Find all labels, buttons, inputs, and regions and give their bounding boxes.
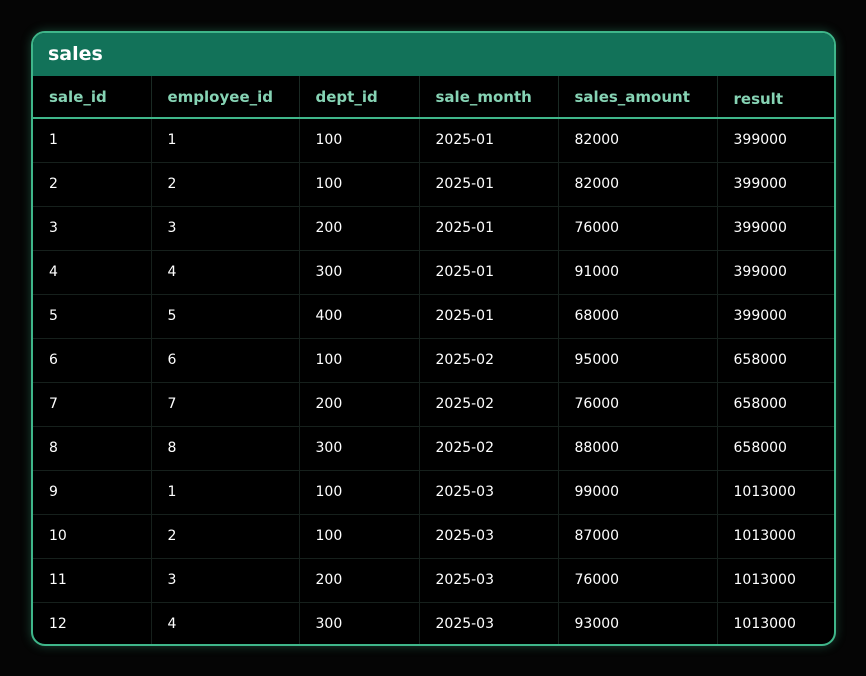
- cell-dept-id: 100: [299, 162, 420, 207]
- cell-result: 658000: [717, 426, 834, 471]
- table-row[interactable]: 2 2 100 2025-01 82000 399000: [33, 162, 834, 207]
- cell-sales-amount: 68000: [558, 294, 718, 339]
- table-title: sales: [33, 33, 834, 76]
- cell-sale-id: 6: [33, 338, 152, 383]
- cell-result: 1013000: [717, 470, 834, 515]
- cell-sales-amount: 76000: [558, 206, 718, 251]
- cell-result: 658000: [717, 382, 834, 427]
- cell-dept-id: 100: [299, 338, 420, 383]
- cell-sales-amount: 76000: [558, 382, 718, 427]
- sales-table-card: sales sale_id employee_id dept_id sale_m…: [31, 31, 836, 646]
- cell-sales-amount: 95000: [558, 338, 718, 383]
- cell-sales-amount: 91000: [558, 250, 718, 295]
- cell-sale-id: 9: [33, 470, 152, 515]
- column-header-result[interactable]: result: [717, 76, 834, 119]
- cell-result: 1013000: [733, 616, 796, 633]
- cell-employee-id: 4: [151, 250, 300, 295]
- cell-sale-id: 3: [33, 206, 152, 251]
- cell-result: 1013000: [717, 514, 834, 559]
- cell-result: 399000: [717, 206, 834, 251]
- cell-dept-id: 200: [299, 206, 420, 251]
- cell-sales-amount: 99000: [558, 470, 718, 515]
- cell-sale-month: 2025-02: [419, 338, 559, 383]
- cell-employee-id: 3: [151, 558, 300, 603]
- table-header: sale_id employee_id dept_id sale_month s…: [33, 76, 834, 119]
- cell-dept-id: 200: [299, 382, 420, 427]
- cell-sales-amount: 87000: [558, 514, 718, 559]
- cell-employee-id: 3: [151, 206, 300, 251]
- cell-employee-id: 2: [151, 162, 300, 207]
- sales-table: sale_id employee_id dept_id sale_month s…: [33, 76, 834, 644]
- column-header-sale-month[interactable]: sale_month: [419, 76, 559, 119]
- cell-sales-amount: 82000: [558, 118, 718, 163]
- cell-dept-id: 100: [299, 514, 420, 559]
- table-row[interactable]: 3 3 200 2025-01 76000 399000: [33, 206, 834, 251]
- cell-sales-amount: 88000: [558, 426, 718, 471]
- cell-employee-id: 6: [151, 338, 300, 383]
- cell-sale-id: 12: [33, 602, 152, 644]
- cell-sale-id: 7: [33, 382, 152, 427]
- table-body: 1 1 100 2025-01 82000 399000 2 2 100 2025-01 82000…: [33, 118, 834, 644]
- cell-sale-id: 5: [33, 294, 152, 339]
- cell-result: 399000: [717, 294, 834, 339]
- cell-employee-id: 1: [151, 470, 300, 515]
- cell-employee-id: 1: [151, 118, 300, 163]
- cell-sale-month: 2025-01: [419, 294, 559, 339]
- table-row[interactable]: 12 4 300 2025-03 93000 1013000: [33, 602, 834, 644]
- cell-sale-id: 4: [33, 250, 152, 295]
- cell-result: 399000: [717, 250, 834, 295]
- cell-sale-month: 2025-02: [419, 382, 559, 427]
- column-header-sale-id[interactable]: sale_id: [33, 76, 152, 119]
- cell-dept-id: 300: [299, 602, 420, 644]
- cell-sale-id: 2: [33, 162, 152, 207]
- cell-dept-id: 300: [299, 250, 420, 295]
- cell-sale-id: 8: [33, 426, 152, 471]
- cell-sale-month: 2025-01: [419, 250, 559, 295]
- table-row[interactable]: 9 1 100 2025-03 99000 1013000: [33, 470, 834, 515]
- cell-sale-month: 2025-03: [419, 602, 559, 644]
- cell-sales-amount: 93000: [558, 602, 718, 644]
- cell-dept-id: 100: [299, 118, 420, 163]
- cell-sale-month: 2025-03: [419, 558, 559, 603]
- table-row[interactable]: 7 7 200 2025-02 76000 658000: [33, 382, 834, 427]
- table-row[interactable]: 11 3 200 2025-03 76000 1013000: [33, 558, 834, 603]
- cell-sales-amount: 76000: [558, 558, 718, 603]
- cell-employee-id: 8: [151, 426, 300, 471]
- cell-sale-month: 2025-03: [419, 470, 559, 515]
- table-row[interactable]: 8 8 300 2025-02 88000 658000: [33, 426, 834, 471]
- column-header-employee-id[interactable]: employee_id: [151, 76, 300, 119]
- table-row[interactable]: 1 1 100 2025-01 82000 399000: [33, 118, 834, 163]
- cell-sales-amount: 82000: [558, 162, 718, 207]
- header-row: sale_id employee_id dept_id sale_month s…: [33, 76, 834, 119]
- table-row[interactable]: 5 5 400 2025-01 68000 399000: [33, 294, 834, 339]
- column-header-dept-id[interactable]: dept_id: [299, 76, 420, 119]
- column-header-sales-amount[interactable]: sales_amount: [558, 76, 718, 119]
- cell-sale-month: 2025-03: [419, 514, 559, 559]
- cell-employee-id: 7: [151, 382, 300, 427]
- table-row[interactable]: 4 4 300 2025-01 91000 399000: [33, 250, 834, 295]
- cell-dept-id: 100: [299, 470, 420, 515]
- cell-result: 399000: [717, 162, 834, 207]
- table-row[interactable]: 10 2 100 2025-03 87000 1013000: [33, 514, 834, 559]
- cell-sale-month: 2025-02: [419, 426, 559, 471]
- cell-sale-month: 2025-01: [419, 118, 559, 163]
- cell-result: 399000: [717, 118, 834, 163]
- cell-sale-month: 2025-01: [419, 206, 559, 251]
- cell-dept-id: 200: [299, 558, 420, 603]
- cell-employee-id: 4: [151, 602, 300, 644]
- cell-dept-id: 400: [299, 294, 420, 339]
- cell-result: 658000: [717, 338, 834, 383]
- cell-result: 1013000: [717, 558, 834, 603]
- cell-dept-id: 300: [299, 426, 420, 471]
- cell-sale-id: 10: [33, 514, 152, 559]
- cell-sale-id: 1: [33, 118, 152, 163]
- cell-employee-id: 2: [151, 514, 300, 559]
- table-row[interactable]: 6 6 100 2025-02 95000 658000: [33, 338, 834, 383]
- cell-sale-month: 2025-01: [419, 162, 559, 207]
- cell-employee-id: 5: [151, 294, 300, 339]
- cell-sale-id: 11: [33, 558, 152, 603]
